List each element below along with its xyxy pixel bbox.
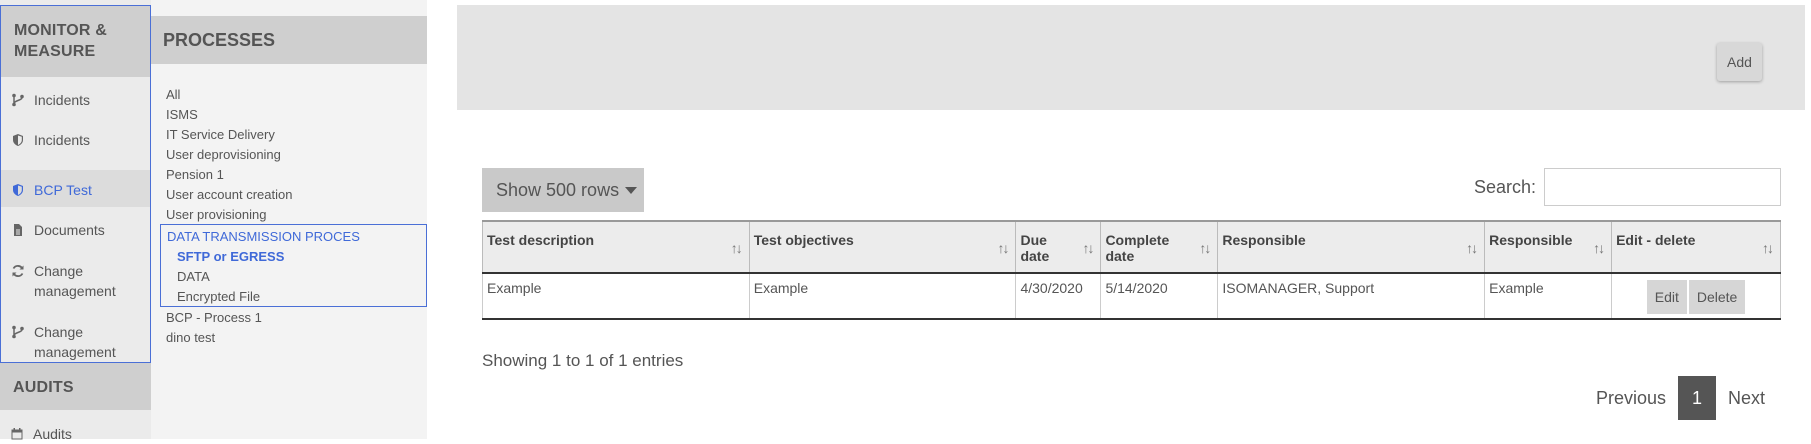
- page-1-button[interactable]: 1: [1678, 376, 1717, 420]
- monitor-measure-group: MONITOR & MEASURE Incidents Incidents BC…: [0, 5, 151, 363]
- show-rows-dropdown[interactable]: Show 500 rows: [482, 168, 644, 212]
- process-item-user-account-creation[interactable]: User account creation: [166, 187, 292, 202]
- subprocess-item-sftp-egress[interactable]: SFTP or EGRESS: [177, 249, 284, 264]
- add-button[interactable]: Add: [1717, 43, 1762, 81]
- main-content: Add Show 500 rows Search: Test descripti…: [457, 5, 1805, 439]
- shield-icon: [13, 184, 23, 196]
- process-item-pension-1[interactable]: Pension 1: [166, 167, 224, 182]
- edit-button[interactable]: Edit: [1646, 280, 1687, 314]
- column-header-edit-delete[interactable]: Edit - delete ↑↓: [1611, 220, 1781, 274]
- sort-icon: ↑↓: [730, 240, 743, 256]
- cell-complete-date: 5/14/2020: [1100, 273, 1219, 320]
- column-label: Complete date: [1105, 232, 1170, 264]
- next-page-button[interactable]: Next: [1716, 376, 1777, 420]
- refresh-icon: [12, 265, 24, 277]
- column-label: Edit - delete: [1616, 232, 1696, 248]
- nav-item-label: Change management: [34, 263, 116, 299]
- branch-icon: [12, 93, 24, 107]
- show-rows-label: Show 500 rows: [496, 179, 620, 200]
- sort-icon: ↑↓: [1593, 240, 1605, 256]
- column-label: Test description: [487, 232, 595, 248]
- nav-item-label: Audits: [33, 426, 72, 442]
- column-header-complete-date[interactable]: Complete date ↑↓: [1100, 220, 1219, 274]
- process-item-bcp-process-1[interactable]: BCP - Process 1: [166, 310, 262, 325]
- pagination: Previous 1 Next: [1584, 376, 1777, 420]
- nav-item-change-management-2[interactable]: Change management: [1, 308, 150, 368]
- document-icon: [14, 224, 22, 236]
- nav-item-incidents-1[interactable]: Incidents: [1, 90, 150, 130]
- processes-panel: PROCESSES All ISMS IT Service Delivery U…: [151, 0, 427, 439]
- top-bar: Add: [457, 5, 1805, 110]
- bcp-test-table: Test description ↑↓ Test objectives ↑↓ Due…: [482, 220, 1781, 320]
- subprocess-item-data[interactable]: DATA: [177, 269, 210, 284]
- column-header-test-description[interactable]: Test description ↑↓: [482, 220, 750, 274]
- sort-icon: ↑↓: [1199, 240, 1211, 256]
- subprocess-item-encrypted-file[interactable]: Encrypted File: [177, 289, 260, 304]
- cell-test-objectives: Example: [748, 273, 1017, 320]
- sort-icon: ↑↓: [1082, 240, 1094, 256]
- column-label: Responsible: [1489, 232, 1573, 248]
- cell-responsible-1: ISOMANAGER, Support: [1217, 273, 1486, 320]
- processes-header: PROCESSES: [151, 16, 427, 64]
- column-header-due-date[interactable]: Due date ↑↓: [1015, 220, 1102, 274]
- shield-icon: [13, 134, 23, 146]
- column-header-responsible-2[interactable]: Responsible ↑↓: [1484, 220, 1613, 274]
- nav-item-label: Incidents: [34, 92, 91, 108]
- process-item-all[interactable]: All: [166, 87, 180, 102]
- process-item-it-service-delivery[interactable]: IT Service Delivery: [166, 127, 275, 142]
- column-label: Responsible: [1222, 232, 1306, 248]
- branch-icon: [12, 325, 24, 339]
- caret-down-icon: [625, 187, 638, 195]
- left-navigation: MONITOR & MEASURE Incidents Incidents BC…: [0, 0, 151, 442]
- nav-item-label: Documents: [34, 222, 105, 238]
- audits-header[interactable]: AUDITS: [0, 363, 151, 410]
- entries-info: Showing 1 to 1 of 1 entries: [482, 351, 684, 370]
- sort-icon: ↑↓: [997, 240, 1009, 256]
- process-item-dino-test[interactable]: dino test: [166, 330, 215, 345]
- cell-actions: Edit Delete: [1611, 273, 1781, 320]
- column-label: Test objectives: [753, 232, 854, 248]
- search-label: Search:: [1474, 177, 1537, 197]
- previous-page-button[interactable]: Previous: [1584, 376, 1678, 420]
- process-item-isms[interactable]: ISMS: [166, 107, 198, 122]
- column-header-test-objectives[interactable]: Test objectives ↑↓: [748, 220, 1017, 274]
- nav-item-label: Incidents: [34, 132, 91, 148]
- nav-item-bcp-test[interactable]: BCP Test: [1, 170, 150, 207]
- column-header-responsible-1[interactable]: Responsible ↑↓: [1217, 220, 1486, 274]
- table-row: Example Example 4/30/2020 5/14/2020 ISOM…: [482, 273, 1781, 320]
- nav-item-label: Change management: [34, 324, 116, 360]
- cell-responsible-2: Example: [1484, 273, 1613, 320]
- process-item-user-deprovisioning[interactable]: User deprovisioning: [166, 147, 281, 162]
- column-label: Due date: [1020, 232, 1050, 264]
- nav-item-label: BCP Test: [34, 182, 92, 198]
- process-item-data-transmission[interactable]: DATA TRANSMISSION PROCES: [167, 229, 360, 244]
- cell-due-date: 4/30/2020: [1015, 273, 1102, 320]
- nav-item-documents[interactable]: Documents: [1, 207, 150, 247]
- nav-item-change-management-1[interactable]: Change management: [1, 247, 150, 308]
- search-input[interactable]: [1544, 168, 1781, 206]
- delete-button[interactable]: Delete: [1688, 280, 1746, 314]
- sort-icon: ↑↓: [1466, 240, 1478, 256]
- sort-icon: ↑↓: [1762, 240, 1774, 256]
- monitor-measure-header[interactable]: MONITOR & MEASURE: [1, 6, 150, 77]
- process-item-user-provisioning[interactable]: User provisioning: [166, 207, 266, 222]
- cell-test-description: Example: [482, 273, 750, 320]
- table-header-row: Test description ↑↓ Test objectives ↑↓ Due…: [482, 220, 1781, 274]
- audits-group: AUDITS Audits: [0, 363, 151, 442]
- nav-item-incidents-2[interactable]: Incidents: [1, 130, 150, 170]
